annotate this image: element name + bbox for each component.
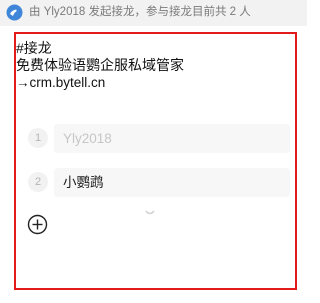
jielong-summary-text: 由 Yly2018 发起接龙，参与接龙目前共 2 人 <box>29 6 251 18</box>
jielong-entry: 1 Yly2018 <box>28 124 290 153</box>
post-link[interactable]: →crm.bytell.cn <box>16 74 286 91</box>
post-title: 免费体验语鹦企服私域管家 <box>16 57 184 73</box>
add-circle-icon[interactable] <box>27 214 48 235</box>
jielong-header: 由 Yly2018 发起接龙，参与接龙目前共 2 人 <box>0 0 307 26</box>
scroll-indicator-icon <box>145 210 155 215</box>
entry-number: 2 <box>28 172 48 192</box>
post-hashtag: #接龙 <box>16 40 52 56</box>
jielong-app-icon <box>6 4 23 21</box>
entry-number: 1 <box>28 128 48 148</box>
jielong-entry: 2 小鹦鹉 <box>28 168 290 197</box>
entry-input[interactable]: Yly2018 <box>54 124 290 153</box>
entry-input[interactable]: 小鹦鹉 <box>54 168 290 197</box>
jielong-post: #接龙 免费体验语鹦企服私域管家 →crm.bytell.cn <box>16 40 286 91</box>
